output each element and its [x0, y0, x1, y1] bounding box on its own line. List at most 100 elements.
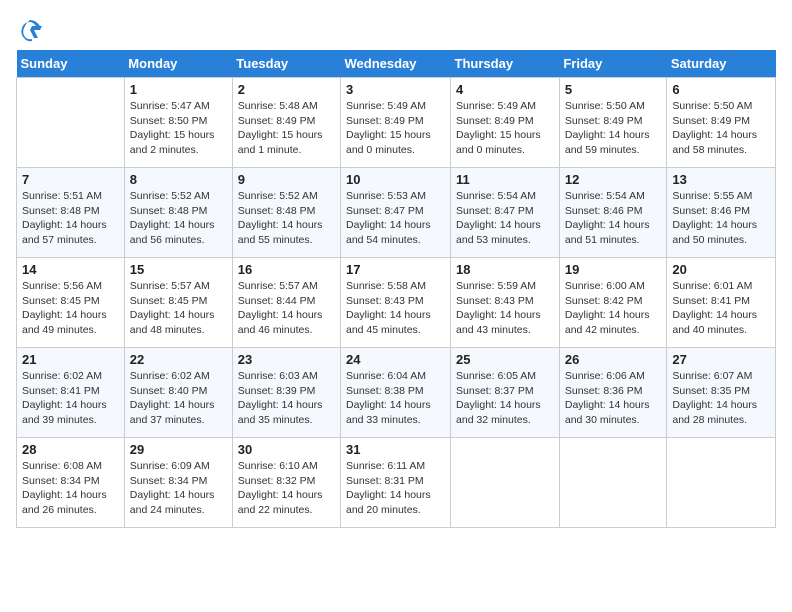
day-number: 19: [565, 262, 662, 277]
calendar-header-cell: Sunday: [17, 50, 125, 78]
calendar-cell: 31 Sunrise: 6:11 AMSunset: 8:31 PMDayligh…: [341, 438, 451, 528]
day-number: 25: [456, 352, 554, 367]
calendar-cell: 11 Sunrise: 5:54 AMSunset: 8:47 PMDayligh…: [451, 168, 560, 258]
day-number: 17: [346, 262, 445, 277]
day-number: 9: [238, 172, 335, 187]
day-info: Sunrise: 5:49 AMSunset: 8:49 PMDaylight:…: [346, 99, 445, 158]
calendar-cell: 5Sunrise: 5:50 AMSunset: 8:49 PMDaylight…: [559, 78, 667, 168]
day-info: Sunrise: 5:52 AMSunset: 8:48 PMDaylight:…: [130, 189, 227, 248]
day-number: 28: [22, 442, 119, 457]
day-number: 21: [22, 352, 119, 367]
calendar-cell: 22 Sunrise: 6:02 AMSunset: 8:40 PMDayligh…: [124, 348, 232, 438]
calendar-cell: 26 Sunrise: 6:06 AMSunset: 8:36 PMDayligh…: [559, 348, 667, 438]
day-info: Sunrise: 6:02 AMSunset: 8:41 PMDaylight:…: [22, 369, 119, 428]
calendar-cell: 8 Sunrise: 5:52 AMSunset: 8:48 PMDaylight…: [124, 168, 232, 258]
calendar-cell: [17, 78, 125, 168]
day-number: 31: [346, 442, 445, 457]
calendar-week-row: 1 Sunrise: 5:47 AMSunset: 8:50 PMDaylight…: [17, 78, 776, 168]
day-number: 12: [565, 172, 662, 187]
calendar-cell: 29 Sunrise: 6:09 AMSunset: 8:34 PMDayligh…: [124, 438, 232, 528]
day-info: Sunrise: 6:06 AMSunset: 8:36 PMDaylight:…: [565, 369, 662, 428]
calendar-week-row: 14Sunrise: 5:56 AMSunset: 8:45 PMDayligh…: [17, 258, 776, 348]
calendar-cell: 4 Sunrise: 5:49 AMSunset: 8:49 PMDaylight…: [451, 78, 560, 168]
calendar-cell: 3 Sunrise: 5:49 AMSunset: 8:49 PMDaylight…: [341, 78, 451, 168]
calendar-cell: 19 Sunrise: 6:00 AMSunset: 8:42 PMDayligh…: [559, 258, 667, 348]
day-info: Sunrise: 5:48 AMSunset: 8:49 PMDaylight:…: [238, 99, 335, 158]
day-number: 3: [346, 82, 445, 97]
calendar-cell: 28 Sunrise: 6:08 AMSunset: 8:34 PMDayligh…: [17, 438, 125, 528]
day-info: Sunrise: 6:09 AMSunset: 8:34 PMDaylight:…: [130, 459, 227, 518]
calendar-cell: 9 Sunrise: 5:52 AMSunset: 8:48 PMDaylight…: [232, 168, 340, 258]
day-info: Sunrise: 5:59 AMSunset: 8:43 PMDaylight:…: [456, 279, 554, 338]
day-number: 30: [238, 442, 335, 457]
day-number: 1: [130, 82, 227, 97]
day-number: 18: [456, 262, 554, 277]
calendar-header-row: SundayMondayTuesdayWednesdayThursdayFrid…: [17, 50, 776, 78]
day-number: 27: [672, 352, 770, 367]
day-number: 6: [672, 82, 770, 97]
logo: [16, 16, 48, 44]
day-info: Sunrise: 6:11 AMSunset: 8:31 PMDaylight:…: [346, 459, 445, 518]
day-number: 23: [238, 352, 335, 367]
day-info: Sunrise: 5:49 AMSunset: 8:49 PMDaylight:…: [456, 99, 554, 158]
day-info: Sunrise: 5:54 AMSunset: 8:47 PMDaylight:…: [456, 189, 554, 248]
calendar-week-row: 28 Sunrise: 6:08 AMSunset: 8:34 PMDayligh…: [17, 438, 776, 528]
day-number: 8: [130, 172, 227, 187]
day-info: Sunrise: 6:00 AMSunset: 8:42 PMDaylight:…: [565, 279, 662, 338]
day-info: Sunrise: 6:05 AMSunset: 8:37 PMDaylight:…: [456, 369, 554, 428]
day-info: Sunrise: 6:01 AMSunset: 8:41 PMDaylight:…: [672, 279, 770, 338]
calendar-cell: 21 Sunrise: 6:02 AMSunset: 8:41 PMDayligh…: [17, 348, 125, 438]
calendar-cell: [667, 438, 776, 528]
calendar-cell: [451, 438, 560, 528]
day-info: Sunrise: 6:08 AMSunset: 8:34 PMDaylight:…: [22, 459, 119, 518]
calendar-header-cell: Friday: [559, 50, 667, 78]
calendar-cell: 6 Sunrise: 5:50 AMSunset: 8:49 PMDaylight…: [667, 78, 776, 168]
day-number: 7: [22, 172, 119, 187]
calendar-cell: 23 Sunrise: 6:03 AMSunset: 8:39 PMDayligh…: [232, 348, 340, 438]
day-info: Sunrise: 5:58 AMSunset: 8:43 PMDaylight:…: [346, 279, 445, 338]
calendar-cell: 1 Sunrise: 5:47 AMSunset: 8:50 PMDaylight…: [124, 78, 232, 168]
day-info: Sunrise: 5:53 AMSunset: 8:47 PMDaylight:…: [346, 189, 445, 248]
day-number: 29: [130, 442, 227, 457]
calendar-header-cell: Tuesday: [232, 50, 340, 78]
day-number: 13: [672, 172, 770, 187]
calendar-header-cell: Wednesday: [341, 50, 451, 78]
calendar-cell: 20 Sunrise: 6:01 AMSunset: 8:41 PMDayligh…: [667, 258, 776, 348]
day-number: 15: [130, 262, 227, 277]
day-number: 10: [346, 172, 445, 187]
calendar-header-cell: Thursday: [451, 50, 560, 78]
calendar-week-row: 7 Sunrise: 5:51 AMSunset: 8:48 PMDaylight…: [17, 168, 776, 258]
day-info: Sunrise: 5:52 AMSunset: 8:48 PMDaylight:…: [238, 189, 335, 248]
day-info: Sunrise: 6:07 AMSunset: 8:35 PMDaylight:…: [672, 369, 770, 428]
day-number: 14: [22, 262, 119, 277]
day-info: Sunrise: 5:51 AMSunset: 8:48 PMDaylight:…: [22, 189, 119, 248]
calendar-table: SundayMondayTuesdayWednesdayThursdayFrid…: [16, 50, 776, 528]
page-container: SundayMondayTuesdayWednesdayThursdayFrid…: [16, 16, 776, 528]
day-info: Sunrise: 6:04 AMSunset: 8:38 PMDaylight:…: [346, 369, 445, 428]
day-number: 5: [565, 82, 662, 97]
calendar-cell: 13Sunrise: 5:55 AMSunset: 8:46 PMDayligh…: [667, 168, 776, 258]
calendar-cell: 30Sunrise: 6:10 AMSunset: 8:32 PMDayligh…: [232, 438, 340, 528]
logo-icon: [16, 16, 44, 44]
day-info: Sunrise: 5:50 AMSunset: 8:49 PMDaylight:…: [672, 99, 770, 158]
calendar-cell: 17 Sunrise: 5:58 AMSunset: 8:43 PMDayligh…: [341, 258, 451, 348]
day-info: Sunrise: 6:03 AMSunset: 8:39 PMDaylight:…: [238, 369, 335, 428]
day-number: 4: [456, 82, 554, 97]
day-info: Sunrise: 5:57 AMSunset: 8:45 PMDaylight:…: [130, 279, 227, 338]
day-number: 26: [565, 352, 662, 367]
calendar-cell: 7 Sunrise: 5:51 AMSunset: 8:48 PMDaylight…: [17, 168, 125, 258]
day-number: 20: [672, 262, 770, 277]
day-number: 11: [456, 172, 554, 187]
calendar-cell: 15 Sunrise: 5:57 AMSunset: 8:45 PMDayligh…: [124, 258, 232, 348]
calendar-cell: 16Sunrise: 5:57 AMSunset: 8:44 PMDayligh…: [232, 258, 340, 348]
day-info: Sunrise: 5:54 AMSunset: 8:46 PMDaylight:…: [565, 189, 662, 248]
day-info: Sunrise: 6:02 AMSunset: 8:40 PMDaylight:…: [130, 369, 227, 428]
calendar-cell: 2Sunrise: 5:48 AMSunset: 8:49 PMDaylight…: [232, 78, 340, 168]
calendar-cell: 12 Sunrise: 5:54 AMSunset: 8:46 PMDayligh…: [559, 168, 667, 258]
calendar-cell: 25 Sunrise: 6:05 AMSunset: 8:37 PMDayligh…: [451, 348, 560, 438]
day-info: Sunrise: 5:47 AMSunset: 8:50 PMDaylight:…: [130, 99, 227, 158]
day-number: 24: [346, 352, 445, 367]
calendar-cell: 24 Sunrise: 6:04 AMSunset: 8:38 PMDayligh…: [341, 348, 451, 438]
day-number: 22: [130, 352, 227, 367]
calendar-cell: 27 Sunrise: 6:07 AMSunset: 8:35 PMDayligh…: [667, 348, 776, 438]
